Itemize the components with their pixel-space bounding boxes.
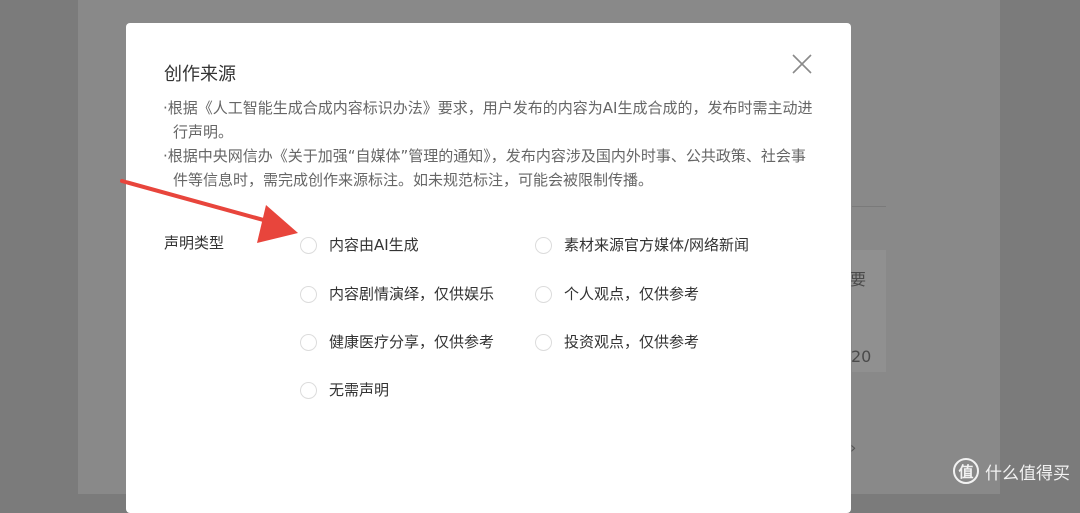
radio-button[interactable] [300,333,317,351]
option-label: 投资观点，仅供参考 [564,333,700,351]
background-partial-number: 20 [851,347,872,366]
option-health-medical[interactable]: 健康医疗分享，仅供参考 [300,332,494,352]
option-personal-opinion[interactable]: 个人观点，仅供参考 [535,284,699,304]
watermark-text: 什么值得买 [985,463,1070,484]
option-label: 无需声明 [329,381,390,399]
option-investment-opinion[interactable]: 投资观点，仅供参考 [535,332,699,352]
radio-button[interactable] [300,381,317,399]
option-label: 健康医疗分享，仅供参考 [329,333,495,351]
radio-button[interactable] [535,285,552,303]
option-ai-generated[interactable]: 内容由AI生成 [300,235,419,255]
radio-button[interactable] [535,236,552,254]
declaration-type-label: 声明类型 [164,234,225,252]
option-no-declaration[interactable]: 无需声明 [300,380,389,400]
notice-item: ·根据中央网信办《关于加强“自媒体”管理的通知》，发布内容涉及国内外时事、公共政… [163,147,806,189]
notice-text: ·根据《人工智能生成合成内容标识办法》要求，用户发布的内容为AI生成合成的，发布… [163,97,813,193]
watermark-logo-icon: 值 [953,458,979,484]
radio-button[interactable] [300,236,317,254]
option-label: 内容由AI生成 [329,236,419,254]
dialog-title: 创作来源 [164,64,236,85]
background-divider [852,206,886,207]
option-official-media[interactable]: 素材来源官方媒体/网络新闻 [535,235,749,255]
radio-button[interactable] [535,333,552,351]
notice-item: ·根据《人工智能生成合成内容标识办法》要求，用户发布的内容为AI生成合成的，发布… [163,99,813,141]
background-partial-text: 要 [850,270,867,289]
close-icon[interactable] [788,50,816,78]
creation-source-dialog: 创作来源 ·根据《人工智能生成合成内容标识办法》要求，用户发布的内容为AI生成合… [126,23,851,513]
radio-button[interactable] [300,285,317,303]
site-watermark: 值 什么值得买 [953,458,1070,484]
option-label: 内容剧情演绎，仅供娱乐 [329,285,495,303]
option-label: 素材来源官方媒体/网络新闻 [564,236,750,254]
option-drama-entertainment[interactable]: 内容剧情演绎，仅供娱乐 [300,284,494,304]
option-label: 个人观点，仅供参考 [564,285,700,303]
